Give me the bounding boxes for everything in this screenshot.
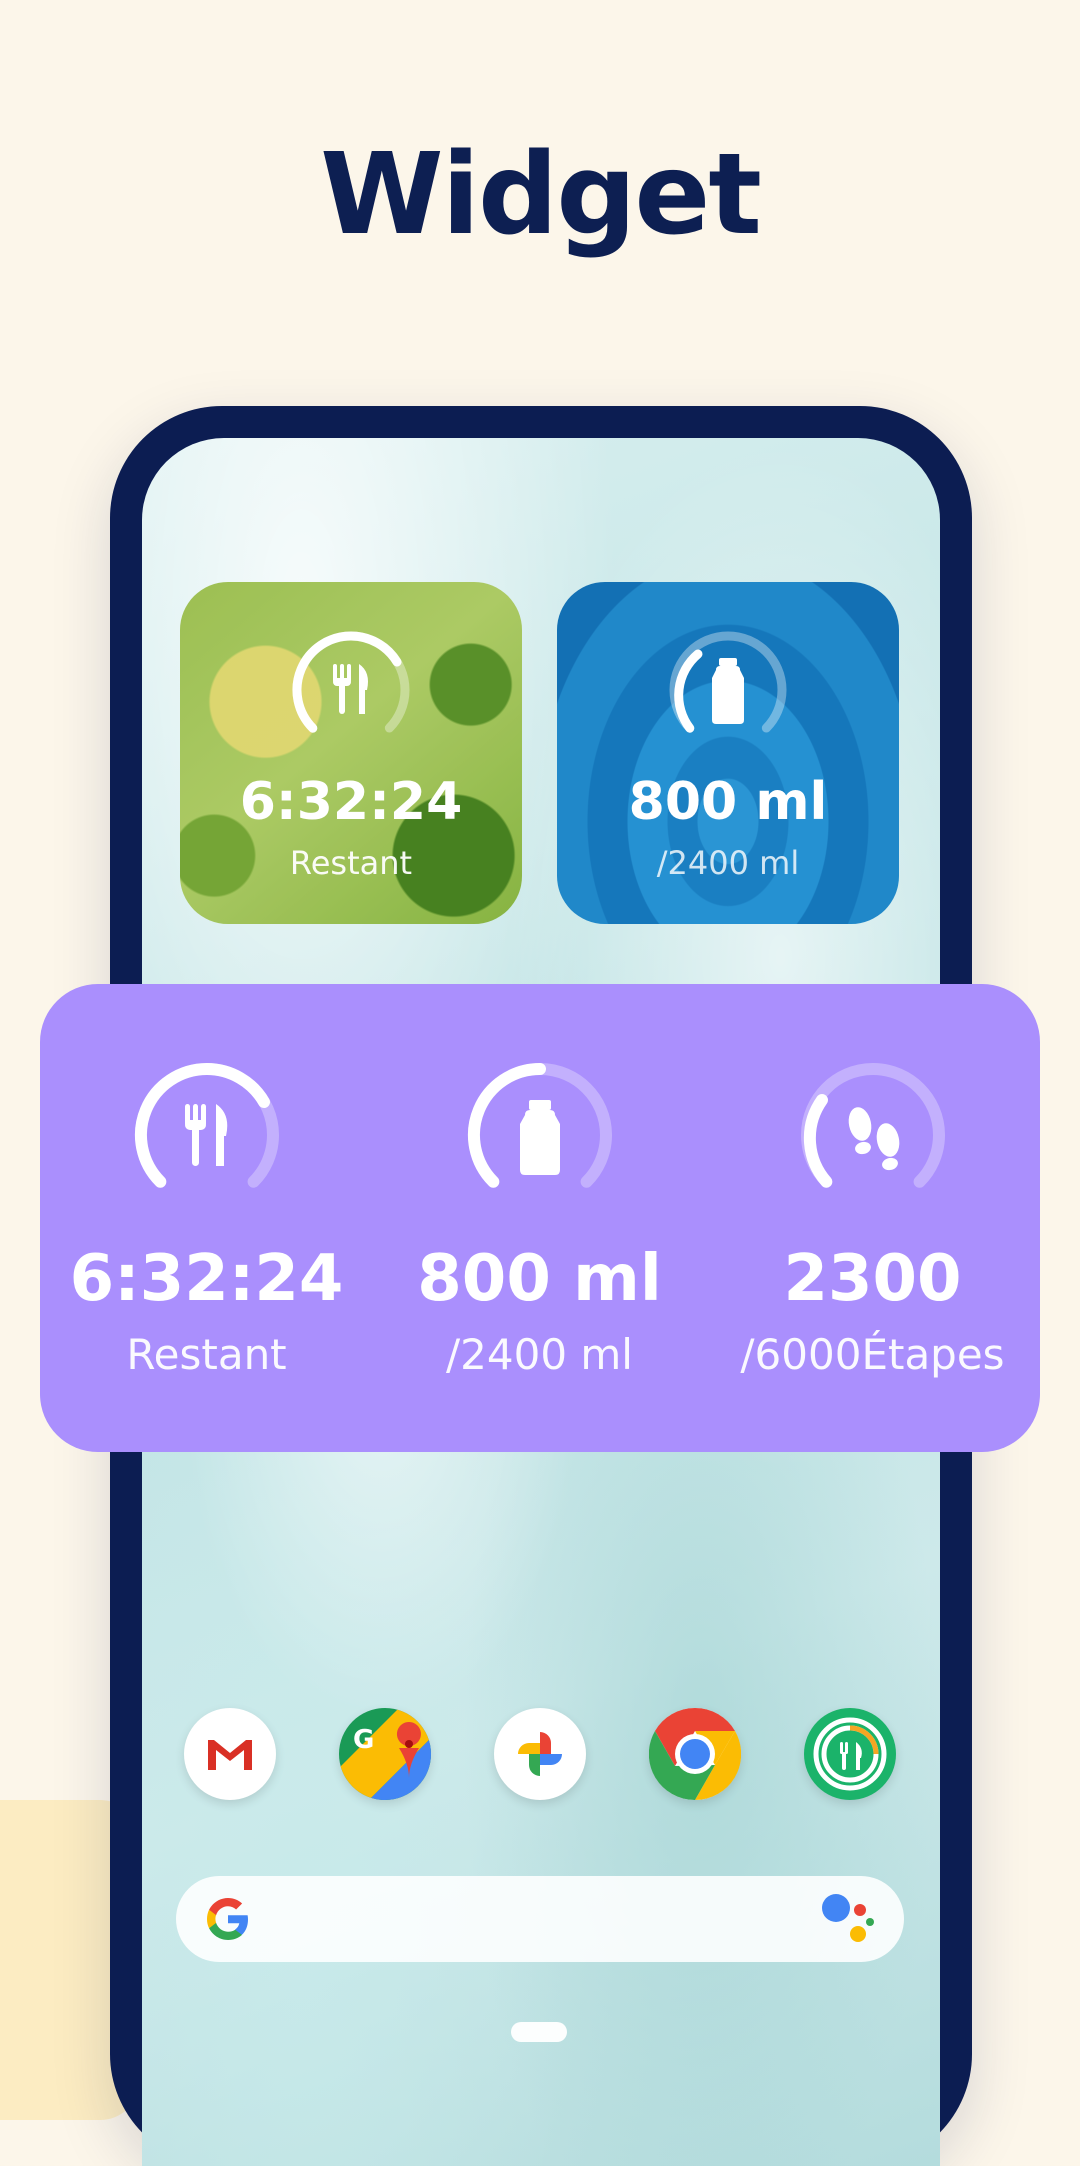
steps-goal-label: /6000Étapes bbox=[740, 1330, 1005, 1379]
steps-section: 2300 /6000Étapes bbox=[706, 984, 1039, 1452]
fasting-section: 6:32:24 Restant bbox=[40, 984, 373, 1452]
bottle-icon bbox=[520, 1100, 560, 1175]
fasting-time-value: 6:32:24 bbox=[69, 1242, 344, 1316]
assistant-icon[interactable] bbox=[820, 1892, 876, 1948]
fasting-time-label: Restant bbox=[126, 1330, 287, 1379]
water-amount-value: 800 ml bbox=[417, 1242, 662, 1316]
app-dock: G bbox=[184, 1707, 896, 1801]
google-search-bar[interactable] bbox=[176, 1876, 904, 1962]
combined-widget-large[interactable]: 6:32:24 Restant 800 ml /2400 ml 2300 /60… bbox=[40, 984, 1040, 1452]
water-progress-ring bbox=[669, 631, 787, 749]
fasting-app-icon[interactable] bbox=[804, 1708, 896, 1800]
water-goal-label: /2400 ml bbox=[446, 1330, 633, 1379]
fasting-progress-ring bbox=[292, 631, 410, 749]
home-gesture-bar[interactable] bbox=[511, 2022, 567, 2042]
fasting-widget-small[interactable]: 6:32:24 Restant bbox=[180, 582, 522, 924]
svg-text:G: G bbox=[353, 1725, 374, 1755]
footprints-icon bbox=[848, 1107, 900, 1171]
google-g-icon bbox=[207, 1898, 248, 1940]
water-amount-value: 800 ml bbox=[628, 772, 828, 832]
photos-icon[interactable] bbox=[494, 1708, 586, 1800]
chrome-icon[interactable] bbox=[648, 1707, 742, 1801]
maps-icon[interactable]: G bbox=[339, 1708, 431, 1800]
water-section: 800 ml /2400 ml bbox=[373, 984, 706, 1452]
cutlery-icon bbox=[185, 1104, 228, 1166]
steps-progress-ring bbox=[801, 1063, 945, 1207]
fasting-time-value: 6:32:24 bbox=[239, 772, 463, 832]
page-title: Widget bbox=[320, 130, 762, 260]
bottle-icon bbox=[712, 658, 744, 724]
gmail-icon[interactable] bbox=[184, 1708, 276, 1800]
water-goal-label: /2400 ml bbox=[656, 844, 800, 882]
steps-count-value: 2300 bbox=[783, 1242, 962, 1316]
fasting-time-label: Restant bbox=[289, 844, 413, 882]
fasting-progress-ring bbox=[134, 1062, 279, 1207]
water-progress-ring bbox=[467, 1063, 612, 1207]
water-widget-small[interactable]: 800 ml /2400 ml bbox=[557, 582, 899, 924]
cutlery-icon bbox=[333, 664, 368, 714]
